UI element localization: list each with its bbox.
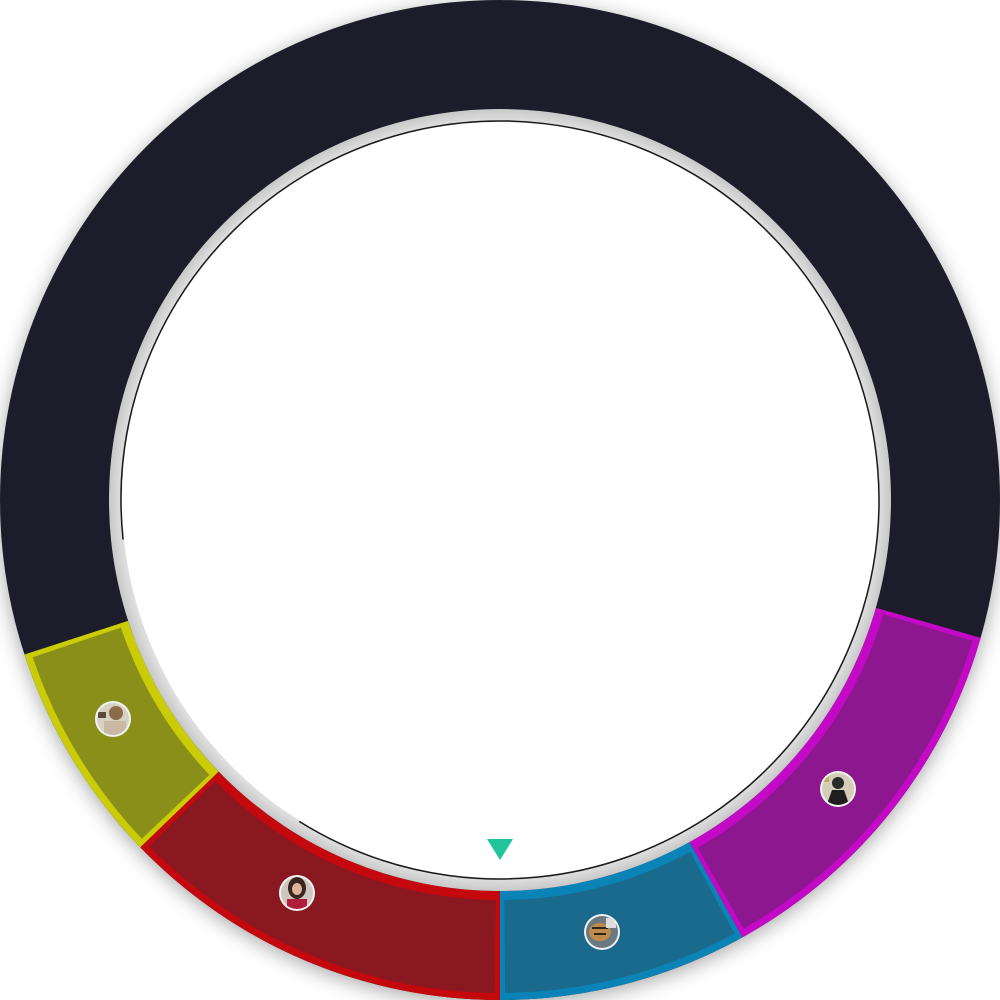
avatar-red[interactable]: [279, 875, 315, 911]
spin-wheel[interactable]: [0, 0, 1000, 1000]
avatar-yellow[interactable]: [95, 701, 131, 737]
avatar-magenta[interactable]: [820, 771, 856, 807]
avatar-blue[interactable]: [584, 914, 620, 950]
wheel-center-disc: [122, 122, 878, 878]
spin-wheel-stage: [0, 0, 1000, 1000]
